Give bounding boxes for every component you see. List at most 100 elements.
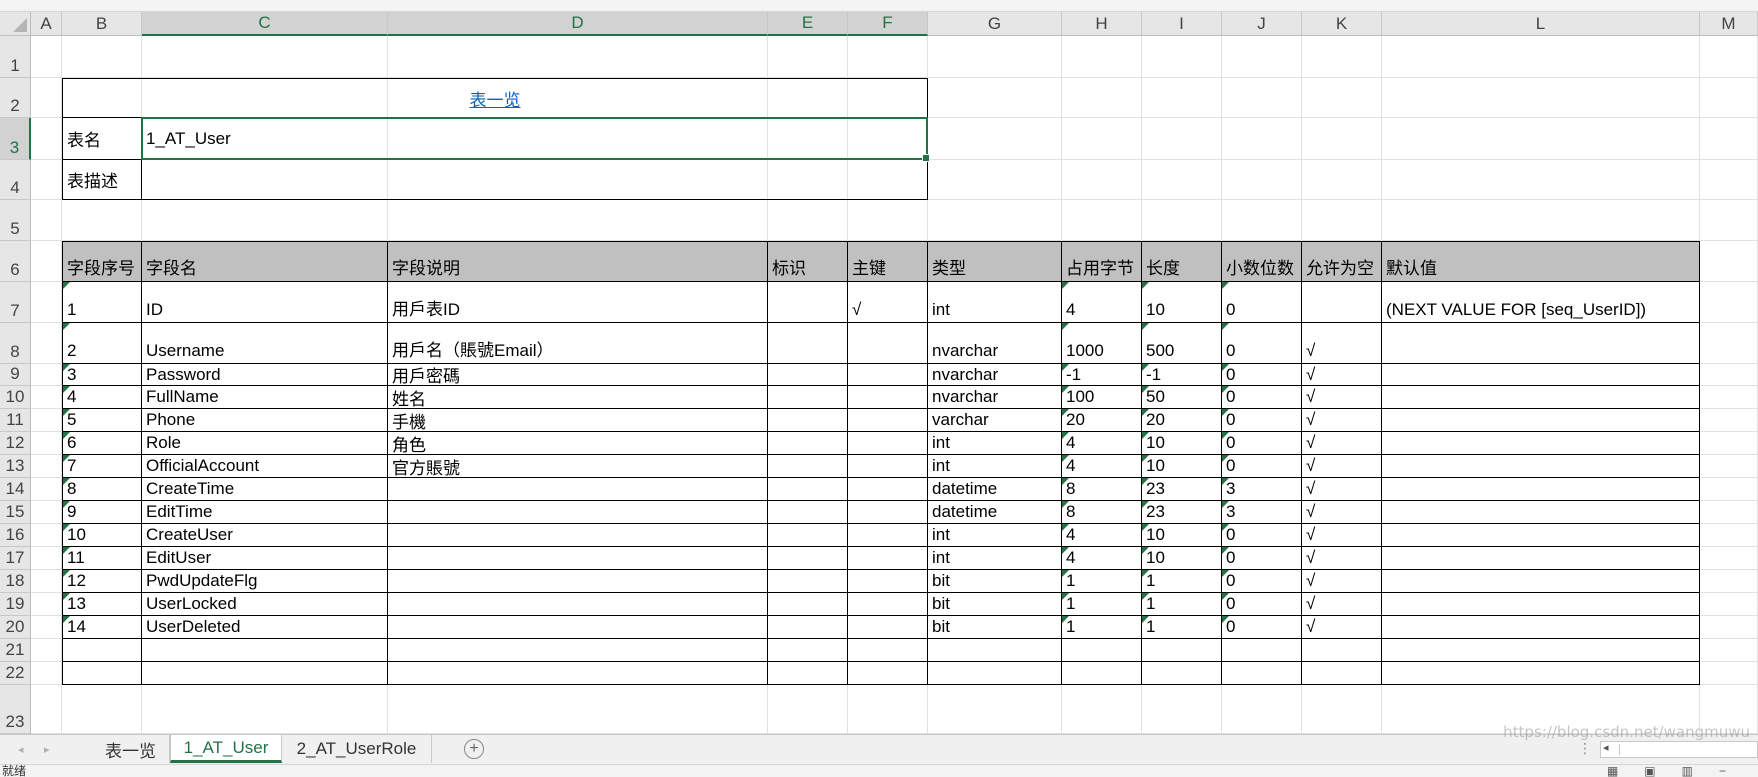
field-cell[interactable] (1382, 501, 1700, 524)
field-cell[interactable]: 4 (62, 386, 142, 409)
field-cell[interactable] (768, 547, 848, 570)
field-header-10[interactable]: 默认值 (1382, 241, 1700, 282)
field-cell[interactable]: 0 (1222, 409, 1302, 432)
field-cell[interactable] (768, 282, 848, 323)
field-cell[interactable]: 1000 (1062, 323, 1142, 364)
tab-sheet-at-userrole[interactable]: 2_AT_UserRole (282, 735, 432, 763)
field-cell[interactable]: 0 (1222, 323, 1302, 364)
field-cell[interactable] (1382, 478, 1700, 501)
empty-cell[interactable] (1382, 662, 1700, 685)
empty-cell[interactable] (1222, 662, 1302, 685)
field-cell[interactable]: 23 (1142, 478, 1222, 501)
empty-cell[interactable] (1382, 639, 1700, 662)
field-cell[interactable]: 7 (62, 455, 142, 478)
title-link-cell[interactable]: 表一览 (62, 78, 928, 118)
field-cell[interactable] (848, 501, 928, 524)
field-cell[interactable]: int (928, 524, 1062, 547)
field-cell[interactable]: 官方賬號 (388, 455, 768, 478)
row-header-9[interactable]: 9 (0, 364, 31, 386)
field-cell[interactable] (848, 547, 928, 570)
field-cell[interactable]: √ (1302, 501, 1382, 524)
field-cell[interactable]: 10 (1142, 524, 1222, 547)
row-header-4[interactable]: 4 (0, 160, 31, 200)
column-header-g[interactable]: G (928, 12, 1062, 36)
empty-cell[interactable] (142, 662, 388, 685)
field-cell[interactable]: 20 (1142, 409, 1222, 432)
field-cell[interactable]: 4 (1062, 432, 1142, 455)
row-header-8[interactable]: 8 (0, 323, 31, 364)
field-cell[interactable] (768, 616, 848, 639)
field-cell[interactable]: 100 (1062, 386, 1142, 409)
horizontal-scrollbar[interactable]: ◂ (1600, 741, 1758, 758)
field-cell[interactable] (768, 323, 848, 364)
field-cell[interactable] (388, 501, 768, 524)
field-cell[interactable]: 1 (1142, 570, 1222, 593)
row-header-12[interactable]: 12 (0, 432, 31, 455)
field-cell[interactable]: CreateUser (142, 524, 388, 547)
empty-cell[interactable] (1062, 662, 1142, 685)
empty-cell[interactable] (768, 639, 848, 662)
field-cell[interactable]: 10 (1142, 282, 1222, 323)
row-header-15[interactable]: 15 (0, 501, 31, 524)
field-cell[interactable]: 2 (62, 323, 142, 364)
field-cell[interactable]: nvarchar (928, 386, 1062, 409)
field-cell[interactable]: 1 (1062, 570, 1142, 593)
row-header-5[interactable]: 5 (0, 200, 31, 241)
field-cell[interactable] (848, 593, 928, 616)
field-cell[interactable]: 0 (1222, 547, 1302, 570)
row-header-10[interactable]: 10 (0, 386, 31, 409)
field-cell[interactable]: datetime (928, 478, 1062, 501)
field-cell[interactable]: int (928, 432, 1062, 455)
field-cell[interactable]: int (928, 547, 1062, 570)
field-cell[interactable] (848, 524, 928, 547)
empty-cell[interactable] (142, 639, 388, 662)
field-cell[interactable]: 10 (1142, 547, 1222, 570)
field-cell[interactable]: FullName (142, 386, 388, 409)
row-header-13[interactable]: 13 (0, 455, 31, 478)
field-cell[interactable]: 0 (1222, 282, 1302, 323)
field-cell[interactable]: nvarchar (928, 364, 1062, 386)
page-break-icon[interactable]: ▥ (1682, 765, 1693, 777)
field-cell[interactable] (1382, 570, 1700, 593)
field-cell[interactable]: 0 (1222, 570, 1302, 593)
field-cell[interactable]: 3 (1222, 501, 1302, 524)
field-cell[interactable]: √ (848, 282, 928, 323)
field-cell[interactable] (768, 570, 848, 593)
field-cell[interactable]: 6 (62, 432, 142, 455)
field-cell[interactable]: 9 (62, 501, 142, 524)
field-cell[interactable] (768, 524, 848, 547)
field-cell[interactable] (1382, 409, 1700, 432)
column-header-i[interactable]: I (1142, 12, 1222, 36)
field-cell[interactable]: bit (928, 616, 1062, 639)
field-cell[interactable]: 13 (62, 593, 142, 616)
field-cell[interactable] (848, 409, 928, 432)
field-cell[interactable] (1382, 616, 1700, 639)
scrollbar-thumb[interactable] (1619, 744, 1729, 755)
field-cell[interactable]: 1 (1142, 616, 1222, 639)
field-cell[interactable]: 8 (62, 478, 142, 501)
field-cell[interactable]: datetime (928, 501, 1062, 524)
field-cell[interactable] (388, 570, 768, 593)
field-cell[interactable]: 0 (1222, 616, 1302, 639)
field-cell[interactable] (388, 616, 768, 639)
row-header-21[interactable]: 21 (0, 639, 31, 662)
column-header-h[interactable]: H (1062, 12, 1142, 36)
field-cell[interactable]: EditTime (142, 501, 388, 524)
normal-view-icon[interactable]: ▦ (1607, 765, 1618, 777)
field-cell[interactable]: bit (928, 570, 1062, 593)
field-cell[interactable]: 14 (62, 616, 142, 639)
empty-cell[interactable] (768, 662, 848, 685)
row-header-23[interactable]: 23 (0, 685, 31, 734)
field-cell[interactable]: CreateTime (142, 478, 388, 501)
empty-cell[interactable] (62, 662, 142, 685)
field-cell[interactable]: 4 (1062, 455, 1142, 478)
field-cell[interactable]: √ (1302, 478, 1382, 501)
empty-cell[interactable] (1302, 639, 1382, 662)
field-cell[interactable]: 1 (1062, 593, 1142, 616)
field-cell[interactable] (848, 616, 928, 639)
column-header-a[interactable]: A (31, 12, 62, 36)
row-header-3[interactable]: 3 (0, 118, 31, 160)
row-header-6[interactable]: 6 (0, 241, 31, 282)
field-cell[interactable] (388, 478, 768, 501)
field-cell[interactable]: √ (1302, 570, 1382, 593)
